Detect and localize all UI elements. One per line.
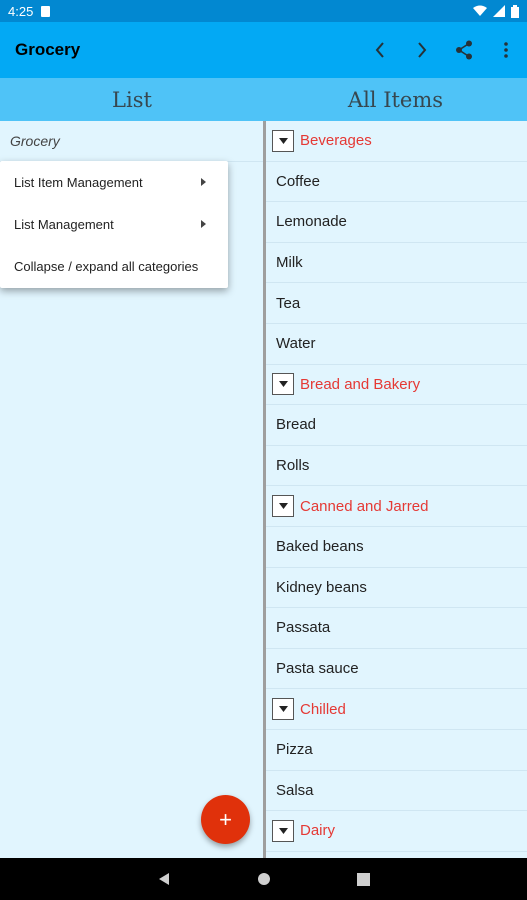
list-item[interactable]: Bread — [266, 405, 527, 446]
list-item[interactable]: Rolls — [266, 446, 527, 487]
list-item[interactable]: Milk — [266, 243, 527, 284]
category-header[interactable]: Chilled — [266, 689, 527, 730]
triangle-down-icon — [278, 381, 288, 388]
plus-icon: + — [219, 806, 232, 832]
menu-item-collapse-expand[interactable]: Collapse / expand all categories — [0, 245, 228, 287]
submenu-arrow-icon — [201, 178, 206, 186]
triangle-down-icon — [278, 137, 288, 144]
all-items-header: All Items — [347, 87, 444, 112]
list-item[interactable]: Pasta sauce — [266, 649, 527, 690]
list-item[interactable]: Coffee — [266, 162, 527, 203]
all-items-pane: Beverages Coffee Lemonade Milk Tea Water Bread… — [266, 121, 527, 858]
category-label: Canned and Jarred — [300, 497, 429, 515]
item-label: Milk — [276, 254, 303, 272]
triangle-down-icon — [278, 827, 288, 834]
triangle-down-icon — [278, 503, 288, 510]
menu-item-list-item-management[interactable]: List Item Management — [0, 161, 228, 203]
category-header[interactable]: Bread and Bakery — [266, 365, 527, 406]
context-menu: List Item Management List Management Col… — [0, 161, 228, 288]
list-item[interactable]: Grocery — [0, 121, 263, 162]
collapse-toggle[interactable] — [272, 819, 294, 842]
item-label: Salsa — [276, 781, 314, 799]
item-label: Baked beans — [276, 538, 364, 556]
category-header[interactable]: Canned and Jarred — [266, 486, 527, 527]
category-header[interactable]: Beverages — [266, 121, 527, 162]
sd-card-icon — [41, 5, 51, 17]
status-bar: 4:25 — [0, 0, 527, 22]
category-label: Chilled — [300, 700, 346, 718]
item-label: Pizza — [276, 741, 313, 759]
chevron-right-icon — [418, 42, 427, 58]
item-label: Passata — [276, 619, 331, 637]
list-item[interactable]: Kidney beans — [266, 568, 527, 609]
category-label: Bread and Bakery — [300, 375, 421, 393]
list-item[interactable]: Lemonade — [266, 202, 527, 243]
system-nav-bar — [0, 858, 527, 900]
list-item-label: Grocery — [10, 132, 60, 149]
item-label: Pasta sauce — [276, 660, 359, 678]
submenu-arrow-icon — [201, 220, 206, 228]
next-button[interactable] — [401, 22, 443, 78]
category-label: Beverages — [300, 132, 372, 150]
signal-icon — [493, 5, 505, 17]
list-header: List — [112, 87, 152, 112]
home-icon[interactable] — [257, 872, 271, 886]
list-item[interactable]: Baked beans — [266, 527, 527, 568]
collapse-toggle[interactable] — [272, 698, 294, 721]
item-label: Kidney beans — [276, 578, 367, 596]
item-label: Tea — [276, 294, 301, 312]
page-title: Grocery — [15, 40, 81, 59]
list-item[interactable]: Passata — [266, 608, 527, 649]
collapse-toggle[interactable] — [272, 129, 294, 152]
list-item[interactable]: Pizza — [266, 730, 527, 771]
pane-headers: List All Items — [0, 78, 527, 121]
share-button[interactable] — [443, 22, 485, 78]
menu-item-label: List Item Management — [14, 174, 143, 190]
share-icon — [456, 40, 472, 60]
item-label: Bread — [276, 416, 317, 434]
back-icon[interactable] — [157, 872, 171, 886]
more-vert-icon — [504, 42, 508, 58]
category-header[interactable]: Dairy — [266, 811, 527, 852]
menu-item-label: List Management — [14, 216, 114, 232]
item-label: Coffee — [276, 172, 320, 190]
item-label: Lemonade — [276, 213, 347, 231]
menu-item-label: Collapse / expand all categories — [14, 258, 199, 274]
app-bar: Grocery — [0, 22, 527, 78]
collapse-toggle[interactable] — [272, 373, 294, 396]
item-label: Rolls — [276, 457, 310, 475]
triangle-down-icon — [278, 706, 288, 713]
wifi-icon — [473, 5, 487, 16]
chevron-left-icon — [375, 42, 384, 58]
add-button[interactable]: + — [201, 795, 250, 844]
list-item[interactable]: Water — [266, 324, 527, 365]
item-label: Water — [276, 335, 316, 353]
menu-item-list-management[interactable]: List Management — [0, 203, 228, 245]
battery-icon — [511, 4, 519, 18]
collapse-toggle[interactable] — [272, 495, 294, 518]
list-item[interactable]: Salsa — [266, 771, 527, 812]
overflow-menu-button[interactable] — [485, 22, 527, 78]
category-label: Dairy — [300, 822, 336, 840]
previous-button[interactable] — [359, 22, 401, 78]
status-time: 4:25 — [8, 3, 34, 19]
list-item[interactable]: Tea — [266, 283, 527, 324]
recents-icon[interactable] — [357, 872, 370, 886]
